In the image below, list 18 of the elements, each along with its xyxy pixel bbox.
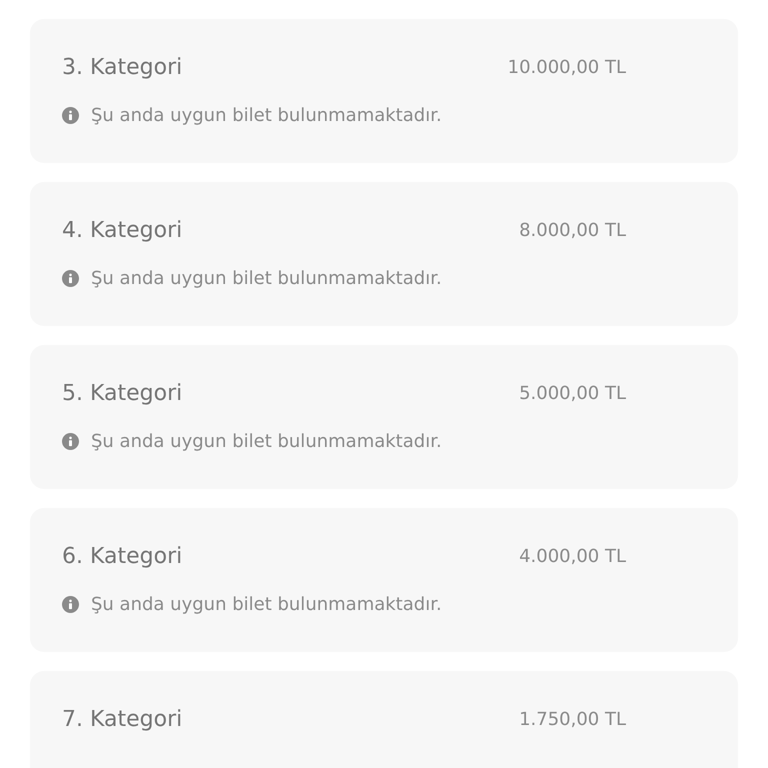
category-title: 3. Kategori (62, 54, 182, 80)
category-title: 6. Kategori (62, 544, 182, 568)
category-price: 10.000,00 TL (508, 56, 626, 78)
availability-notice: Şu anda uygun bilet bulunmamaktadır. (91, 594, 442, 614)
category-title: 4. Kategori (62, 218, 182, 242)
availability-notice: Şu anda uygun bilet bulunmamaktadır. (91, 430, 442, 452)
availability-notice: Şu anda uygun bilet bulunmamaktadır. (91, 268, 442, 288)
info-icon (62, 596, 79, 612)
category-price: 1.750,00 TL (519, 708, 626, 730)
info-icon (62, 106, 79, 124)
category-title: 5. Kategori (62, 380, 182, 406)
category-price: 5.000,00 TL (519, 382, 626, 404)
category-price: 4.000,00 TL (519, 546, 626, 566)
info-icon (62, 270, 79, 286)
info-icon (62, 432, 79, 450)
availability-notice: Şu anda uygun bilet bulunmamaktadır. (91, 104, 442, 126)
category-price: 8.000,00 TL (519, 220, 626, 240)
category-title: 7. Kategori (62, 706, 182, 732)
